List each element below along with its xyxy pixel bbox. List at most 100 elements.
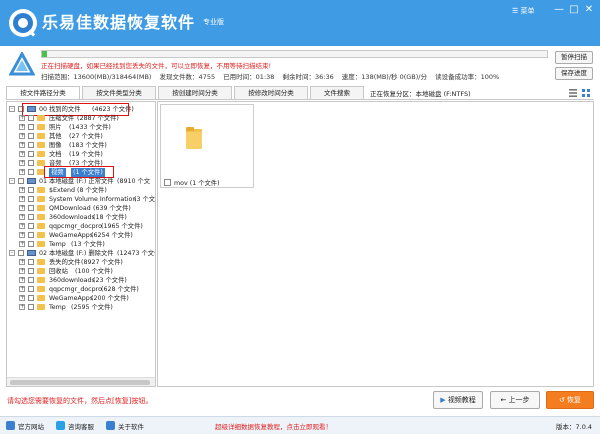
about-link[interactable]: 关于软件 <box>118 421 144 431</box>
checkbox[interactable] <box>28 169 34 175</box>
title-bar: 乐易佳数据恢复软件 专业版 ☰ 菜单 — □ ✕ <box>0 0 600 46</box>
restore-button[interactable]: ↺ 恢复 <box>546 391 594 409</box>
expand-icon[interactable]: + <box>19 304 25 310</box>
expand-icon[interactable]: + <box>19 223 25 229</box>
folder-icon <box>37 187 45 193</box>
expand-icon[interactable]: + <box>19 232 25 238</box>
expand-icon[interactable]: + <box>19 124 25 130</box>
file-item[interactable]: mov (1 个文件) <box>160 104 254 188</box>
tree-count: (200 个文件) <box>91 295 129 302</box>
tree-count: (628 个文件) <box>101 286 139 293</box>
checkbox[interactable] <box>28 259 34 265</box>
scanning-spinner-icon <box>9 52 35 76</box>
expand-icon[interactable]: + <box>19 277 25 283</box>
expand-icon[interactable]: + <box>19 115 25 121</box>
restore-label: 恢复 <box>567 396 582 404</box>
expand-icon[interactable]: + <box>19 295 25 301</box>
checkbox[interactable] <box>28 196 34 202</box>
tree-label: 360downloads <box>49 214 95 221</box>
expand-icon[interactable]: + <box>19 160 25 166</box>
expand-icon[interactable]: + <box>19 133 25 139</box>
home-icon <box>6 421 15 430</box>
tree-count: (27 个文件) <box>69 133 103 140</box>
tree-count: (8927 个文件) <box>81 259 123 266</box>
grid-view-icon[interactable] <box>581 88 591 98</box>
expand-icon[interactable]: + <box>19 142 25 148</box>
tab-by-type[interactable]: 按文件类型分类 <box>82 86 156 100</box>
official-site-link[interactable]: 官方网站 <box>18 421 44 431</box>
expand-icon[interactable]: + <box>19 205 25 211</box>
tab-bar: 按文件路径分类 按文件类型分类 按创建时间分类 按修改时间分类 文件搜索 正在恢… <box>6 86 594 100</box>
checkbox[interactable] <box>18 178 24 184</box>
tree-count: (2887 个文件) <box>77 115 119 122</box>
maximize-icon[interactable]: □ <box>567 3 581 17</box>
checkbox[interactable] <box>28 187 34 193</box>
checkbox[interactable] <box>28 214 34 220</box>
expand-icon[interactable]: + <box>19 214 25 220</box>
tree-label: 02 本地磁盘 (F:) 删除文件 <box>39 250 114 257</box>
tree-count: (13 个文件) <box>71 241 105 248</box>
folder-icon <box>37 232 45 238</box>
save-progress-button[interactable]: 保存进度 <box>555 67 593 80</box>
checkbox[interactable] <box>28 133 34 139</box>
tab-file-search[interactable]: 文件搜索 <box>310 86 364 100</box>
minimize-icon[interactable]: — <box>552 3 566 17</box>
expand-icon[interactable]: + <box>19 169 25 175</box>
drive-icon <box>27 250 36 256</box>
checkbox[interactable] <box>28 205 34 211</box>
checkbox[interactable] <box>28 232 34 238</box>
list-view-icon[interactable] <box>568 88 578 98</box>
scan-progress-fill <box>42 51 48 57</box>
checkbox[interactable] <box>28 268 34 274</box>
expand-icon[interactable]: + <box>19 187 25 193</box>
tutorial-promo-link[interactable]: 超级详细数据恢复教程，点击立即观看！ <box>215 421 332 431</box>
expand-icon[interactable]: + <box>19 241 25 247</box>
checkbox[interactable] <box>28 151 34 157</box>
checkbox[interactable] <box>164 179 171 186</box>
expand-icon[interactable]: + <box>19 286 25 292</box>
folder-icon <box>37 133 45 139</box>
tree-label: WeGameApps <box>49 232 94 239</box>
tree-label: System Volume Information <box>49 196 137 203</box>
checkbox[interactable] <box>28 277 34 283</box>
tab-by-path[interactable]: 按文件路径分类 <box>6 86 80 100</box>
collapse-icon[interactable]: - <box>9 250 15 256</box>
checkbox[interactable] <box>28 295 34 301</box>
checkbox[interactable] <box>28 223 34 229</box>
chat-icon <box>56 421 65 430</box>
checkbox[interactable] <box>18 250 24 256</box>
horizontal-scrollbar[interactable] <box>7 377 155 386</box>
checkbox[interactable] <box>28 160 34 166</box>
expand-icon[interactable]: + <box>19 268 25 274</box>
expand-icon[interactable]: + <box>19 151 25 157</box>
pause-scan-button[interactable]: 暂停扫描 <box>555 51 593 64</box>
tab-by-created[interactable]: 按创建时间分类 <box>158 86 232 100</box>
collapse-icon[interactable]: - <box>9 106 15 112</box>
support-link[interactable]: 咨询客服 <box>68 421 94 431</box>
checkbox[interactable] <box>28 124 34 130</box>
expand-icon[interactable]: + <box>19 259 25 265</box>
hint-text: 请勾选您需要恢复的文件，然后点[恢复]按钮。 <box>7 397 153 405</box>
tab-by-modified[interactable]: 按修改时间分类 <box>234 86 308 100</box>
tree-label: Temp <box>49 241 66 248</box>
scan-speed: 速度：138(MB)/秒 0(GB)/分 <box>341 73 427 81</box>
tree-count: (23 个文件) <box>93 277 127 284</box>
scrollbar-thumb[interactable] <box>10 380 150 385</box>
tree-label: 照片 <box>49 124 62 131</box>
checkbox[interactable] <box>28 142 34 148</box>
tree-label: 其他 <box>49 133 62 140</box>
checkbox[interactable] <box>28 241 34 247</box>
checkbox[interactable] <box>28 115 34 121</box>
checkbox[interactable] <box>28 304 34 310</box>
folder-icon <box>37 223 45 229</box>
collapse-icon[interactable]: - <box>9 178 15 184</box>
app-edition: 专业版 <box>203 18 224 26</box>
tree-label: qqpcmgr_docpro <box>49 223 102 230</box>
video-tutorial-button[interactable]: ▶ 视频教程 <box>433 391 483 409</box>
menu-button[interactable]: ☰ 菜单 <box>512 5 548 18</box>
previous-step-button[interactable]: ← 上一步 <box>490 391 540 409</box>
checkbox[interactable] <box>28 286 34 292</box>
close-icon[interactable]: ✕ <box>582 3 596 17</box>
expand-icon[interactable]: + <box>19 196 25 202</box>
folder-icon <box>37 115 45 121</box>
